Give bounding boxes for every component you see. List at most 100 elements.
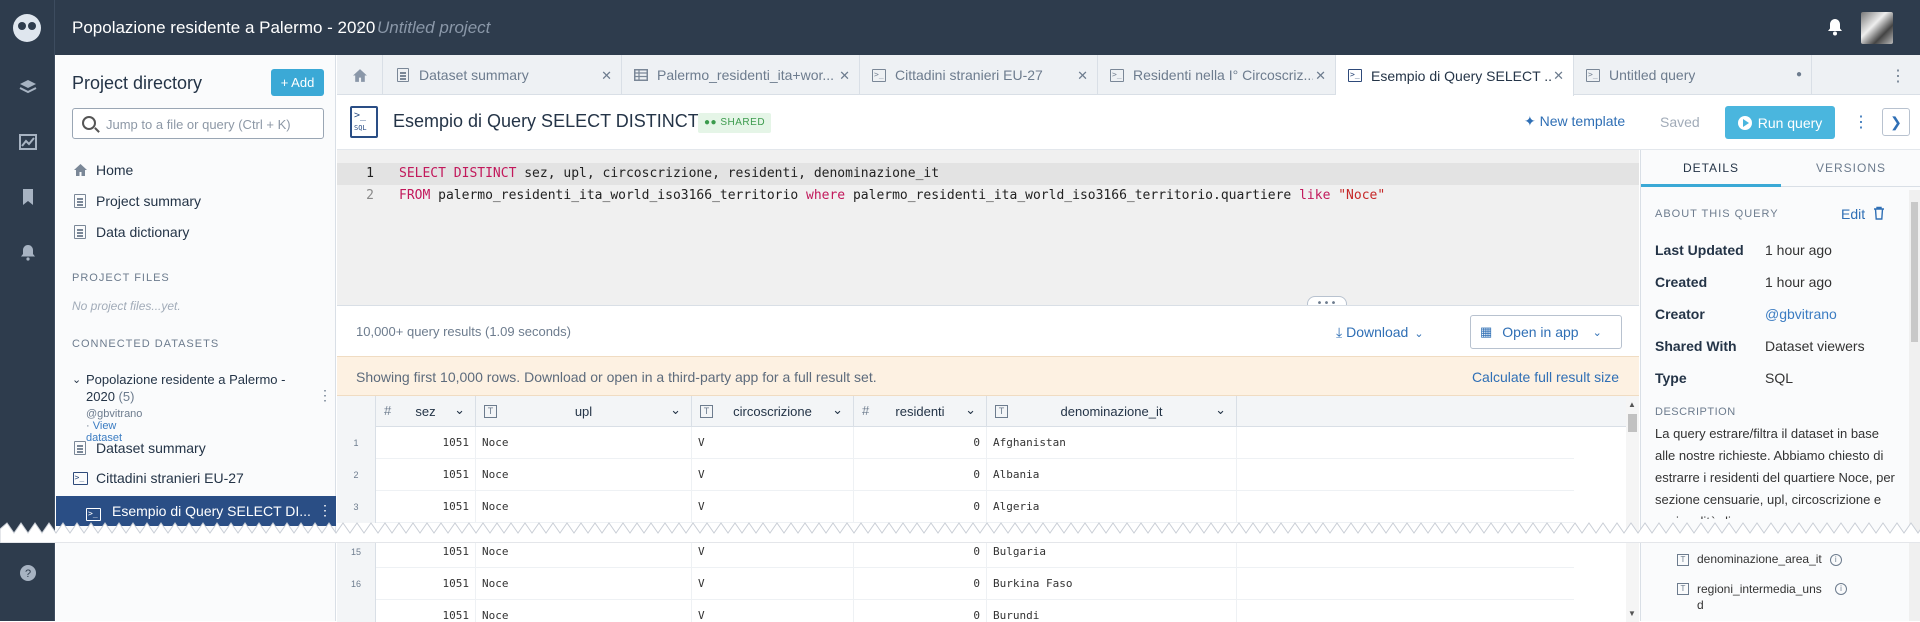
close-icon[interactable]: ✕ — [839, 68, 850, 84]
layers-icon[interactable] — [18, 77, 38, 97]
scroll-down-icon[interactable]: ▼ — [1628, 609, 1636, 618]
query-menu-icon[interactable]: ⋮ — [1853, 112, 1869, 132]
table-cell-res[interactable]: 0 — [854, 568, 987, 600]
bookmark-icon[interactable] — [18, 187, 38, 207]
close-icon[interactable]: ✕ — [601, 68, 612, 84]
app-logo[interactable] — [0, 0, 55, 55]
edit-link[interactable]: Edit — [1841, 206, 1865, 222]
table-row[interactable]: 16 1051 Noce V 0 Burkina Faso — [337, 568, 1574, 600]
table-row[interactable]: 3 1051 Noce V 0 Algeria — [337, 491, 1574, 523]
item-menu-icon[interactable]: ⋮ — [318, 502, 332, 519]
chevron-down-icon[interactable]: ⌄ — [832, 402, 843, 418]
tab-overflow-menu-icon[interactable]: ⋮ — [1890, 66, 1906, 86]
table-cell-den[interactable]: Afghanistan — [987, 427, 1237, 459]
column-header-upl[interactable]: Tupl ⌄ — [476, 396, 692, 427]
table-cell-upl[interactable]: Noce — [476, 491, 692, 523]
column-item[interactable]: T denominazione_area_it i — [1677, 552, 1842, 566]
table-cell-res[interactable]: 0 — [854, 427, 987, 459]
table-cell-sez[interactable]: 1051 — [376, 536, 476, 568]
user-avatar[interactable] — [1861, 12, 1893, 44]
calculate-full-size-link[interactable]: Calculate full result size — [1472, 369, 1619, 385]
sidebar-item-project-summary[interactable]: Project summary — [72, 190, 201, 212]
info-icon[interactable]: i — [1835, 583, 1847, 595]
trash-icon[interactable] — [1873, 206, 1885, 220]
help-icon[interactable]: ? — [18, 563, 38, 583]
results-scrollbar[interactable]: ▲ ▼ — [1626, 396, 1639, 622]
tab-residenti-circoscrizione[interactable]: >_ Residenti nella I° Circoscriz... ✕ — [1098, 55, 1336, 95]
tab-versions[interactable]: VERSIONS — [1781, 150, 1920, 187]
home-tab[interactable] — [337, 55, 383, 95]
tab-palermo-residenti[interactable]: Palermo_residenti_ita+wor... ✕ — [622, 55, 860, 95]
scrollbar-thumb[interactable] — [1911, 202, 1918, 342]
table-cell-den[interactable]: Burundi — [987, 600, 1237, 622]
tab-esempio-query[interactable]: >_ Esempio di Query SELECT ... ✕ — [1336, 55, 1574, 96]
sidebar-item-data-dictionary[interactable]: Data dictionary — [72, 221, 189, 243]
table-cell-circ[interactable]: V — [692, 427, 854, 459]
unsaved-dot-icon[interactable]: ● — [1796, 69, 1802, 80]
new-template-button[interactable]: ✦ New template — [1524, 113, 1625, 130]
table-cell-res[interactable]: 0 — [854, 600, 987, 622]
dataset-menu-icon[interactable]: ⋮ — [318, 387, 332, 404]
chevron-down-icon[interactable]: ⌄ — [1215, 402, 1226, 418]
sidebar-item-home[interactable]: Home — [72, 159, 133, 181]
table-cell-den[interactable]: Bulgaria — [987, 536, 1237, 568]
search-box[interactable] — [72, 108, 324, 139]
tab-dataset-summary[interactable]: Dataset summary ✕ — [384, 55, 622, 95]
info-icon[interactable]: i — [1829, 554, 1842, 566]
scrollbar-thumb[interactable] — [1628, 414, 1637, 432]
table-cell-sez[interactable]: 1051 — [376, 600, 476, 622]
close-icon[interactable]: ✕ — [1553, 68, 1564, 84]
download-button[interactable]: ⤓ Download ⌄ — [1336, 324, 1424, 341]
sql-editor[interactable]: 1 SELECT DISTINCT sez, upl, circoscrizio… — [337, 150, 1639, 312]
scroll-up-icon[interactable]: ▲ — [1628, 400, 1636, 409]
dataset-title[interactable]: Popolazione residente a Palermo - 2020 (… — [86, 371, 306, 405]
column-header-circoscrizione[interactable]: Tcircoscrizione ⌄ — [692, 396, 854, 427]
notification-icon[interactable] — [18, 242, 38, 262]
chevron-down-icon[interactable]: ⌄ — [965, 402, 976, 418]
table-cell-upl[interactable]: Noce — [476, 600, 692, 622]
chevron-down-icon[interactable]: ⌄ — [454, 402, 465, 418]
table-cell-den[interactable]: Albania — [987, 459, 1237, 491]
table-row[interactable]: 1051 Noce V 0 Burundi — [337, 600, 1574, 622]
table-cell-circ[interactable]: V — [692, 536, 854, 568]
activity-chart-icon[interactable] — [18, 132, 38, 152]
table-cell-circ[interactable]: V — [692, 491, 854, 523]
table-cell-upl[interactable]: Noce — [476, 568, 692, 600]
table-cell-sez[interactable]: 1051 — [376, 568, 476, 600]
sidebar-item-esempio-query-selected[interactable]: >_ Esempio di Query SELECT DI... ⋮ — [56, 496, 336, 526]
column-header-residenti[interactable]: # residenti ⌄ — [854, 396, 987, 427]
close-icon[interactable]: ✕ — [1315, 68, 1326, 84]
notification-bell-icon[interactable] — [1826, 17, 1844, 37]
sidebar-item-cittadini-stranieri[interactable]: >_ Cittadini stranieri EU-27 — [72, 467, 244, 489]
editor-line[interactable]: 2 FROM palermo_residenti_ita_world_iso31… — [337, 185, 1639, 207]
table-cell-res[interactable]: 0 — [854, 459, 987, 491]
table-cell-den[interactable]: Burkina Faso — [987, 568, 1237, 600]
close-icon[interactable]: ✕ — [1077, 68, 1088, 84]
table-cell-res[interactable]: 0 — [854, 491, 987, 523]
open-in-app-button[interactable]: ▦ Open in app ⌄ — [1470, 315, 1622, 349]
table-cell-upl[interactable]: Noce — [476, 427, 692, 459]
dataset-owner[interactable]: @gbvitrano — [86, 408, 142, 420]
tab-cittadini-stranieri[interactable]: >_ Cittadini stranieri EU-27 ✕ — [860, 55, 1098, 95]
creator-link[interactable]: @gbvitrano — [1765, 306, 1837, 322]
run-query-button[interactable]: Run query — [1725, 106, 1835, 139]
table-row[interactable]: 2 1051 Noce V 0 Albania — [337, 459, 1574, 491]
details-scrollbar[interactable] — [1909, 190, 1920, 621]
table-cell-circ[interactable]: V — [692, 600, 854, 622]
editor-line[interactable]: 1 SELECT DISTINCT sez, upl, circoscrizio… — [337, 163, 1639, 185]
project-subtitle[interactable]: Untitled project — [377, 18, 490, 38]
column-item[interactable]: T regioni_intermedia_uns d i — [1677, 581, 1877, 613]
table-cell-upl[interactable]: Noce — [476, 536, 692, 568]
sidebar-item-dataset-summary[interactable]: Dataset summary — [72, 437, 206, 459]
query-title[interactable]: Esempio di Query SELECT DISTINCT — [393, 111, 699, 132]
table-cell-circ[interactable]: V — [692, 459, 854, 491]
add-button[interactable]: + Add — [271, 69, 324, 96]
table-cell-circ[interactable]: V — [692, 568, 854, 600]
chevron-down-icon[interactable]: ⌄ — [72, 373, 81, 386]
table-row[interactable]: 1 1051 Noce V 0 Afghanistan — [337, 427, 1574, 459]
table-cell-sez[interactable]: 1051 — [376, 459, 476, 491]
project-title[interactable]: Popolazione residente a Palermo - 2020 — [72, 18, 375, 38]
table-cell-res[interactable]: 0 — [854, 536, 987, 568]
chevron-down-icon[interactable]: ⌄ — [670, 402, 681, 418]
column-header-denominazione-it[interactable]: Tdenominazione_it ⌄ — [987, 396, 1237, 427]
